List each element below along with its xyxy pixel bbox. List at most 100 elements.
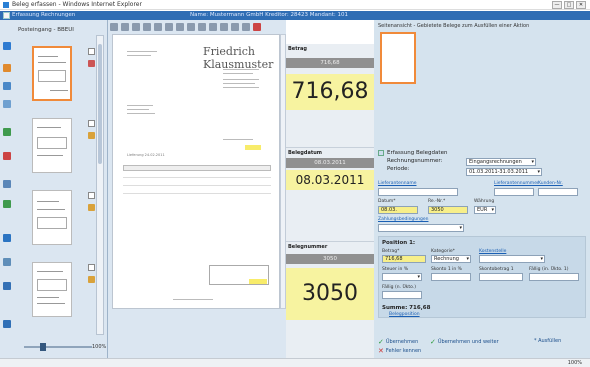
delivery-note: Lieferung 24.02.2011 — [127, 153, 165, 157]
date-input[interactable]: 08.03. — [378, 206, 418, 214]
category-select[interactable]: Rechnung — [431, 255, 471, 263]
take-over-next-button[interactable]: ✓ Übernehmen und weiter — [430, 338, 499, 346]
amount-input[interactable]: 716,68 — [382, 255, 426, 263]
page-thumbnail[interactable] — [32, 190, 72, 245]
fill-label: * Ausfüllen — [534, 338, 562, 344]
snippet-column: Betrag 716,68 716,68 Belegdatum 08.03.20… — [286, 44, 374, 358]
zoom-out-icon[interactable] — [121, 23, 129, 31]
zoom-slider[interactable] — [24, 343, 92, 351]
company-logo: Friedrich Klausmuster — [203, 45, 274, 71]
currency-select[interactable]: EUR — [474, 206, 496, 214]
zoom-in-icon[interactable] — [110, 23, 118, 31]
status-bar: 100% — [0, 358, 590, 367]
cost-center-link[interactable]: Kostenstelle — [479, 249, 506, 254]
export-icon[interactable] — [3, 282, 11, 290]
number-value[interactable]: 3050 — [286, 268, 374, 320]
save-icon[interactable] — [143, 23, 151, 31]
select-icon[interactable] — [198, 23, 206, 31]
invoice-number-label: Rechnungsnummer: — [387, 158, 443, 164]
thumbnail-checkbox[interactable] — [88, 48, 95, 55]
due-net-input[interactable] — [382, 291, 422, 299]
invoice-no-input[interactable]: 3050 — [428, 206, 468, 214]
rotate-icon[interactable] — [3, 234, 11, 242]
selected-page-preview[interactable] — [380, 32, 416, 84]
print-icon[interactable] — [132, 23, 140, 31]
fit-page-icon[interactable] — [154, 23, 162, 31]
rotate-right-icon[interactable] — [176, 23, 184, 31]
highlight-icon[interactable] — [209, 23, 217, 31]
merge-icon[interactable] — [3, 180, 11, 188]
thumbnail-checkbox[interactable] — [88, 192, 95, 199]
status-zoom[interactable]: 100% — [568, 360, 582, 366]
grid-icon[interactable] — [220, 23, 228, 31]
customer-number-input[interactable] — [538, 188, 578, 196]
maximize-button[interactable]: □ — [564, 1, 574, 9]
invoice-page[interactable]: Friedrich Klausmuster Lieferung 24.02.20… — [112, 34, 280, 309]
thumbnail-list — [22, 38, 102, 348]
note-icon — [88, 204, 95, 211]
close-doc-icon[interactable] — [253, 23, 261, 31]
thumbnail-checkbox[interactable] — [88, 264, 95, 271]
supplier-name-input[interactable] — [378, 188, 458, 196]
thumbnail-scrollbar[interactable] — [96, 35, 104, 335]
document-icon[interactable] — [3, 100, 11, 108]
discount-amount-input[interactable] — [479, 273, 523, 281]
amount-value[interactable]: 716,68 — [286, 74, 374, 110]
due-discount-input[interactable] — [529, 273, 579, 281]
take-over-next-label: Übernehmen und weiter — [437, 339, 499, 345]
minimize-button[interactable]: — — [552, 1, 562, 9]
thumbnail-checkbox[interactable] — [88, 120, 95, 127]
snippet-banner: 08.03.2011 — [286, 158, 374, 168]
snippet-banner: 716,68 — [286, 58, 374, 68]
take-over-label: Übernehmen — [385, 339, 419, 345]
context-info: Name: Mustermann GmbH Kreditor: 28423 Ma… — [190, 12, 348, 18]
entry-form-panel: Seitenansicht - Gebietete Belege zum Aus… — [374, 20, 590, 358]
period-select[interactable]: 01.03.2011-31.03.2011 — [466, 168, 542, 176]
scan-icon[interactable] — [3, 128, 11, 136]
settings-icon[interactable] — [3, 320, 11, 328]
delete-icon[interactable] — [3, 152, 11, 160]
supplier-number-link[interactable]: Lieferantennummer — [494, 181, 539, 186]
thumbnail-panel: Posteingang - BBEUI 100% — [0, 20, 108, 358]
date-value[interactable]: 08.03.2011 — [286, 170, 374, 190]
app-name: Erfassung Rechnungen — [12, 12, 76, 18]
search-icon[interactable] — [187, 23, 195, 31]
document-type-select[interactable]: Eingangsrechnungen — [466, 158, 536, 166]
position-title: Position 1: — [382, 240, 416, 246]
snippet-banner: 3050 — [286, 254, 374, 264]
tax-select[interactable] — [382, 273, 422, 281]
folder-icon[interactable] — [3, 64, 11, 72]
discount-input[interactable] — [431, 273, 471, 281]
magnify-icon[interactable] — [242, 23, 250, 31]
amount-snippet: Betrag 716,68 716,68 — [286, 44, 374, 148]
customer-number-link[interactable]: Kunden-Nr. — [538, 181, 563, 186]
rotate-left-icon[interactable] — [165, 23, 173, 31]
supplier-name-link[interactable]: Lieferantenname — [378, 181, 417, 186]
mark-error-button[interactable]: ✕ Fehler kennen — [378, 347, 421, 355]
payment-terms-link[interactable]: Zahlungsbedingungen — [378, 217, 428, 222]
capture-checkbox[interactable] — [378, 150, 384, 156]
copy-icon[interactable] — [3, 82, 11, 90]
discount-label: Skonto 1 in % — [431, 267, 462, 272]
viewer-empty-area — [112, 310, 280, 356]
error-icon: ✕ — [378, 347, 384, 355]
note-icon — [88, 132, 95, 139]
title-bar: Beleg erfassen - Windows Internet Explor… — [0, 0, 590, 10]
close-button[interactable]: ✕ — [576, 1, 586, 9]
take-over-button[interactable]: ✓ Übernehmen — [378, 338, 418, 346]
fill-button[interactable]: * Ausfüllen — [534, 338, 561, 344]
add-position-link[interactable]: Belegposition — [389, 312, 420, 317]
layout-icon[interactable] — [231, 23, 239, 31]
supplier-number-input[interactable] — [494, 188, 534, 196]
cost-center-select[interactable] — [479, 255, 545, 263]
page-thumbnail[interactable] — [32, 118, 72, 173]
position-box: Position 1: Betrag* 716,68 Kategorie* Re… — [378, 236, 586, 318]
page-thumbnail[interactable] — [32, 262, 72, 317]
page-thumbnail[interactable] — [32, 46, 72, 101]
eye-icon[interactable] — [3, 42, 11, 50]
zoom-slider-knob[interactable] — [40, 343, 46, 351]
split-icon[interactable] — [3, 200, 11, 208]
date-highlight — [245, 145, 261, 150]
payment-terms-select[interactable] — [378, 224, 464, 232]
page-icon[interactable] — [3, 258, 11, 266]
